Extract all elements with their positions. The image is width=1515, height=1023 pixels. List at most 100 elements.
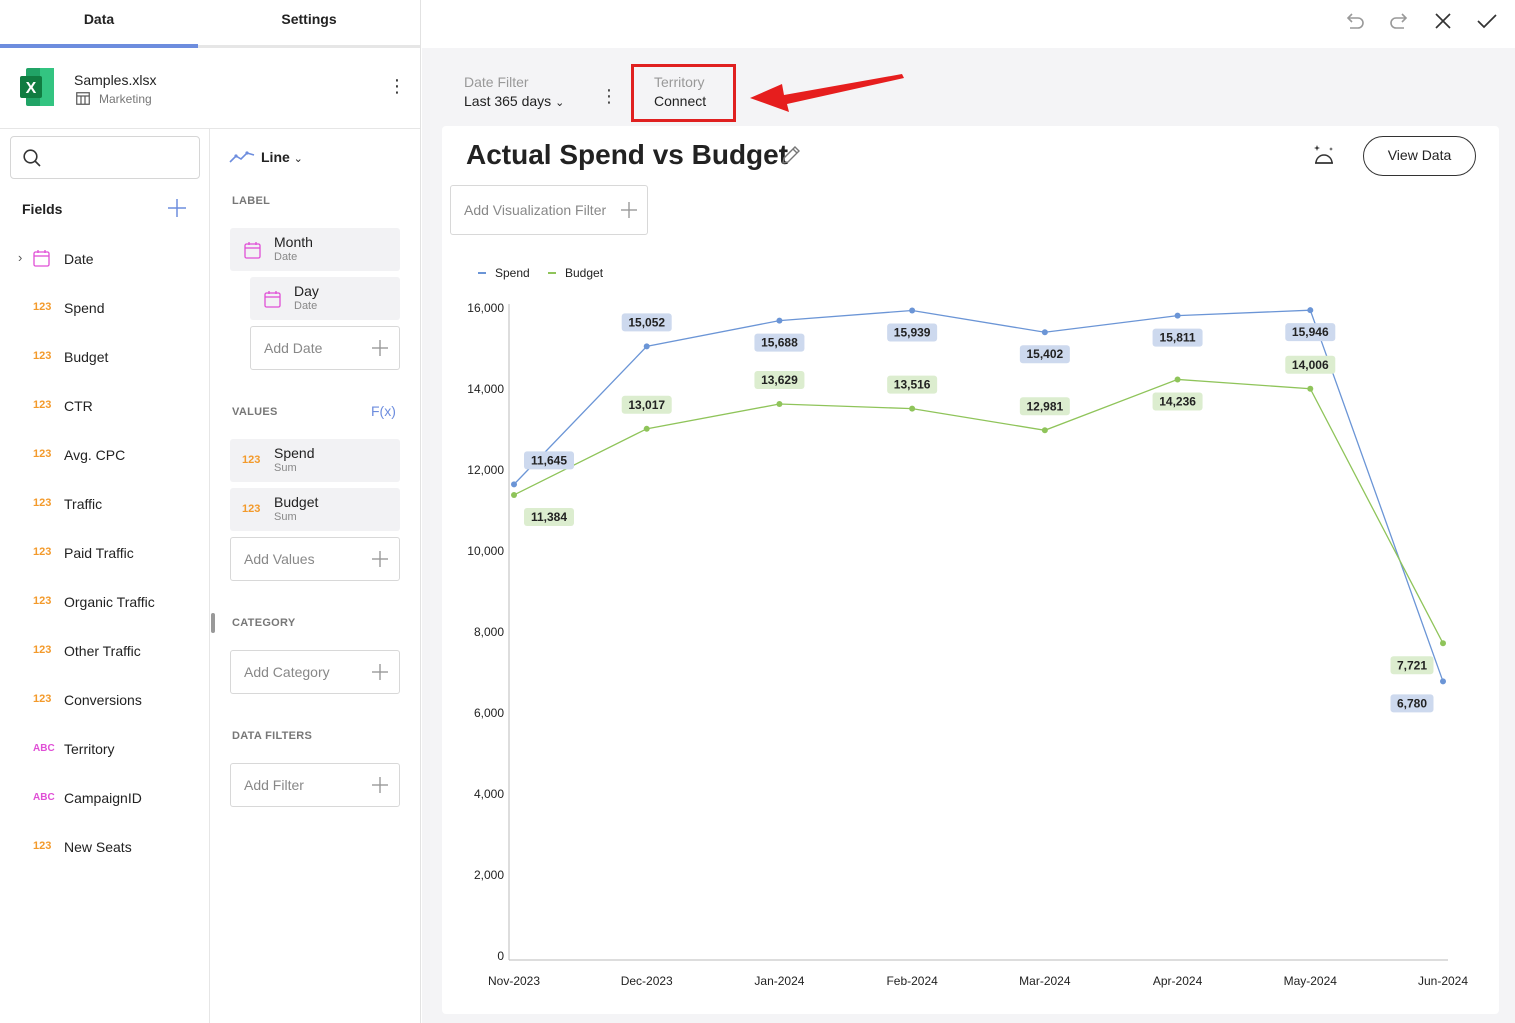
tab-settings[interactable]: Settings: [198, 0, 420, 45]
add-date-button[interactable]: Add Date: [250, 326, 400, 370]
number-type-icon: 123: [242, 454, 261, 466]
y-tick-label: 10,000: [467, 544, 504, 558]
label-pill-sub: Date: [294, 300, 318, 312]
y-tick-label: 6,000: [474, 706, 504, 720]
value-pill-budget[interactable]: 123 Budget Sum: [230, 488, 400, 531]
number-type-icon: 123: [33, 546, 52, 558]
x-tick-label: Dec-2023: [621, 974, 673, 988]
add-filter-button[interactable]: Add Filter: [230, 763, 400, 807]
field-search-input[interactable]: [10, 136, 200, 179]
data-point[interactable]: [1041, 427, 1048, 434]
field-item-new-seats[interactable]: 123 New Seats: [0, 833, 209, 863]
value-pill-main: Budget: [274, 494, 319, 510]
data-point[interactable]: [643, 343, 650, 350]
value-pill-sub: Sum: [274, 462, 297, 474]
number-type-icon: 123: [33, 644, 52, 656]
excel-file-icon: X: [20, 68, 54, 106]
source-more-menu-icon[interactable]: ⋮: [388, 76, 406, 98]
label-pill-month[interactable]: Month Date: [230, 228, 400, 271]
field-item-budget[interactable]: 123 Budget: [0, 343, 209, 373]
data-point[interactable]: [1440, 678, 1446, 685]
data-point[interactable]: [511, 481, 517, 488]
date-filter[interactable]: Date Filter Last 365 days ⌄: [464, 74, 564, 109]
panel-tabs: Data Settings: [0, 0, 420, 48]
category-section-title: CATEGORY: [232, 617, 296, 629]
field-item-avg-cpc[interactable]: 123 Avg. CPC: [0, 441, 209, 471]
field-item-ctr[interactable]: 123 CTR: [0, 392, 209, 422]
field-item-paid-traffic[interactable]: 123 Paid Traffic: [0, 539, 209, 569]
series-line-budget: [513, 378, 1444, 644]
field-item-traffic[interactable]: 123 Traffic: [0, 490, 209, 520]
field-item-organic-traffic[interactable]: 123 Organic Traffic: [0, 588, 209, 618]
add-category-button[interactable]: Add Category: [230, 650, 400, 694]
plus-icon: [372, 551, 388, 567]
field-item-date[interactable]: › Date: [0, 245, 209, 275]
data-point[interactable]: [776, 317, 783, 324]
field-item-territory[interactable]: ABC Territory: [0, 735, 209, 765]
add-values-button[interactable]: Add Values: [230, 537, 400, 581]
data-point[interactable]: [1174, 312, 1181, 319]
data-point[interactable]: [511, 491, 517, 498]
line-chart: 0 2,000 4,000 6,000 8,000 10,000 12,000 14,000 1…: [467, 266, 1468, 988]
number-type-icon: 123: [33, 595, 52, 607]
data-label: 7,721: [1397, 658, 1427, 672]
left-panel: Data Settings X Samples.xlsx Marketing ⋮…: [0, 0, 421, 1023]
fields-list: Fields › Date 123 Spend 123 Budget 123 CTR 123 Av…: [0, 129, 210, 1023]
field-item-spend[interactable]: 123 Spend: [0, 294, 209, 324]
value-pill-spend[interactable]: 123 Spend Sum: [230, 439, 400, 482]
highlight-box: [631, 64, 736, 122]
data-label: 12,981: [1027, 399, 1064, 413]
legend-label[interactable]: Spend: [495, 266, 530, 280]
data-point[interactable]: [643, 425, 650, 432]
value-pill-sub: Sum: [274, 511, 297, 523]
close-icon[interactable]: [1431, 9, 1455, 33]
data-label: 11,645: [531, 453, 567, 467]
data-point[interactable]: [1307, 307, 1314, 314]
legend-label[interactable]: Budget: [565, 266, 604, 280]
add-date-label: Add Date: [264, 340, 323, 356]
data-point[interactable]: [909, 307, 916, 314]
source-sheet-name: Marketing: [99, 92, 152, 106]
editor-toolbar: [422, 0, 1515, 48]
data-point[interactable]: [1041, 329, 1048, 336]
data-point[interactable]: [1174, 376, 1181, 383]
field-item-other-traffic[interactable]: 123 Other Traffic: [0, 637, 209, 667]
data-point[interactable]: [1440, 640, 1446, 647]
data-label: 15,402: [1027, 347, 1064, 361]
field-item-campaignid[interactable]: ABC CampaignID: [0, 784, 209, 814]
excel-icon-letter: X: [26, 80, 37, 97]
data-label: 13,629: [761, 373, 798, 387]
number-type-icon: 123: [33, 497, 52, 509]
values-section-title: VALUES: [232, 406, 278, 418]
x-tick-label: Nov-2023: [488, 974, 540, 988]
data-label: 15,939: [894, 325, 931, 339]
add-category-label: Add Category: [244, 664, 330, 680]
x-tick-label: Apr-2024: [1153, 974, 1203, 988]
add-field-icon[interactable]: [167, 198, 187, 218]
y-tick-label: 4,000: [474, 787, 504, 801]
data-point[interactable]: [1307, 385, 1314, 392]
field-name: Conversions: [64, 692, 142, 708]
dashboard-canvas: Date Filter Last 365 days ⌄ ⋮ Territory …: [422, 48, 1515, 1023]
data-label: 15,052: [628, 315, 665, 329]
label-pill-day[interactable]: Day Date: [250, 277, 400, 320]
check-icon[interactable]: [1475, 9, 1499, 33]
y-tick-label: 16,000: [467, 301, 504, 315]
field-name: New Seats: [64, 839, 132, 855]
field-name: Avg. CPC: [64, 447, 126, 463]
field-name: Territory: [64, 741, 115, 757]
plus-icon: [372, 777, 388, 793]
text-type-icon: ABC: [33, 743, 55, 754]
redo-icon[interactable]: [1387, 9, 1411, 33]
field-name: Organic Traffic: [64, 594, 155, 610]
field-item-conversions[interactable]: 123 Conversions: [0, 686, 209, 716]
tab-data[interactable]: Data: [0, 0, 198, 45]
chevron-right-icon[interactable]: ›: [18, 250, 22, 265]
data-point[interactable]: [776, 401, 783, 408]
undo-icon[interactable]: [1343, 9, 1367, 33]
filter-more-menu-icon[interactable]: ⋮: [600, 86, 618, 106]
data-label: 15,946: [1292, 325, 1329, 339]
fields-title: Fields: [22, 201, 63, 217]
fx-button[interactable]: F(x): [371, 403, 396, 419]
data-point[interactable]: [909, 405, 916, 412]
